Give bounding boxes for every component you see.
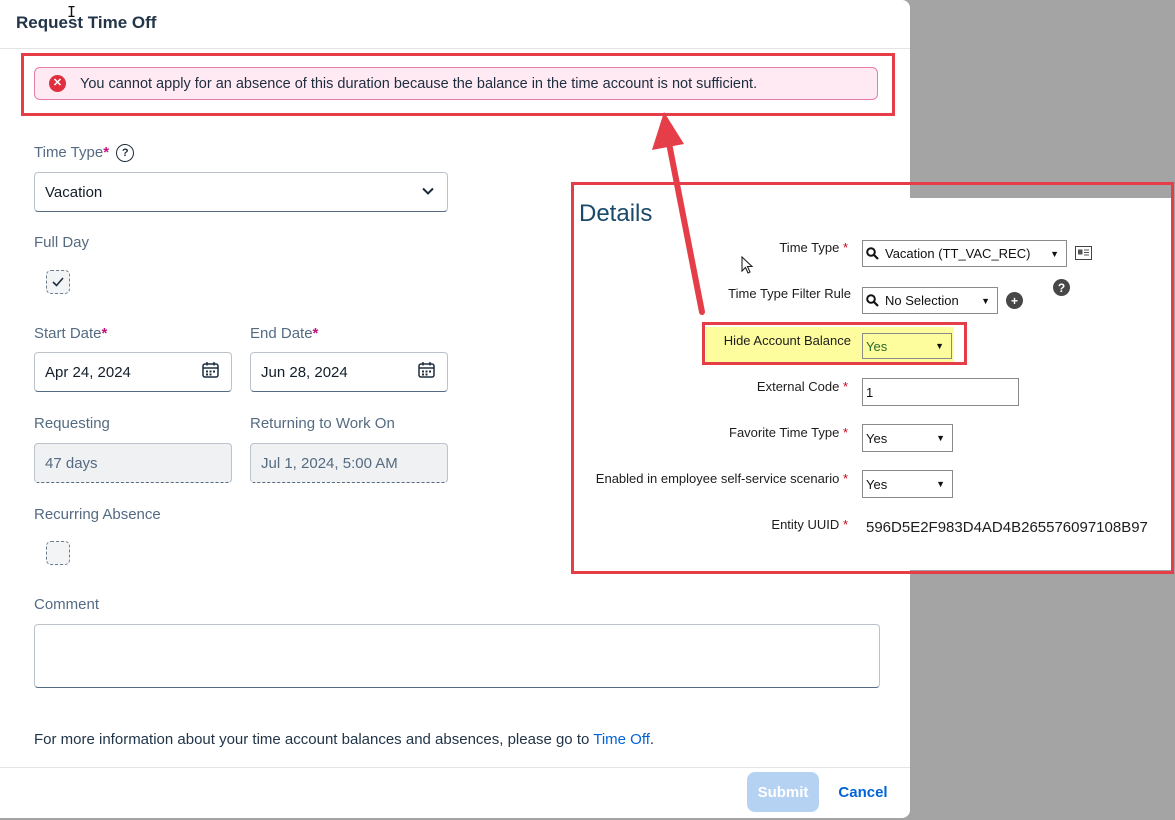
annotation-arrow: [652, 112, 705, 315]
